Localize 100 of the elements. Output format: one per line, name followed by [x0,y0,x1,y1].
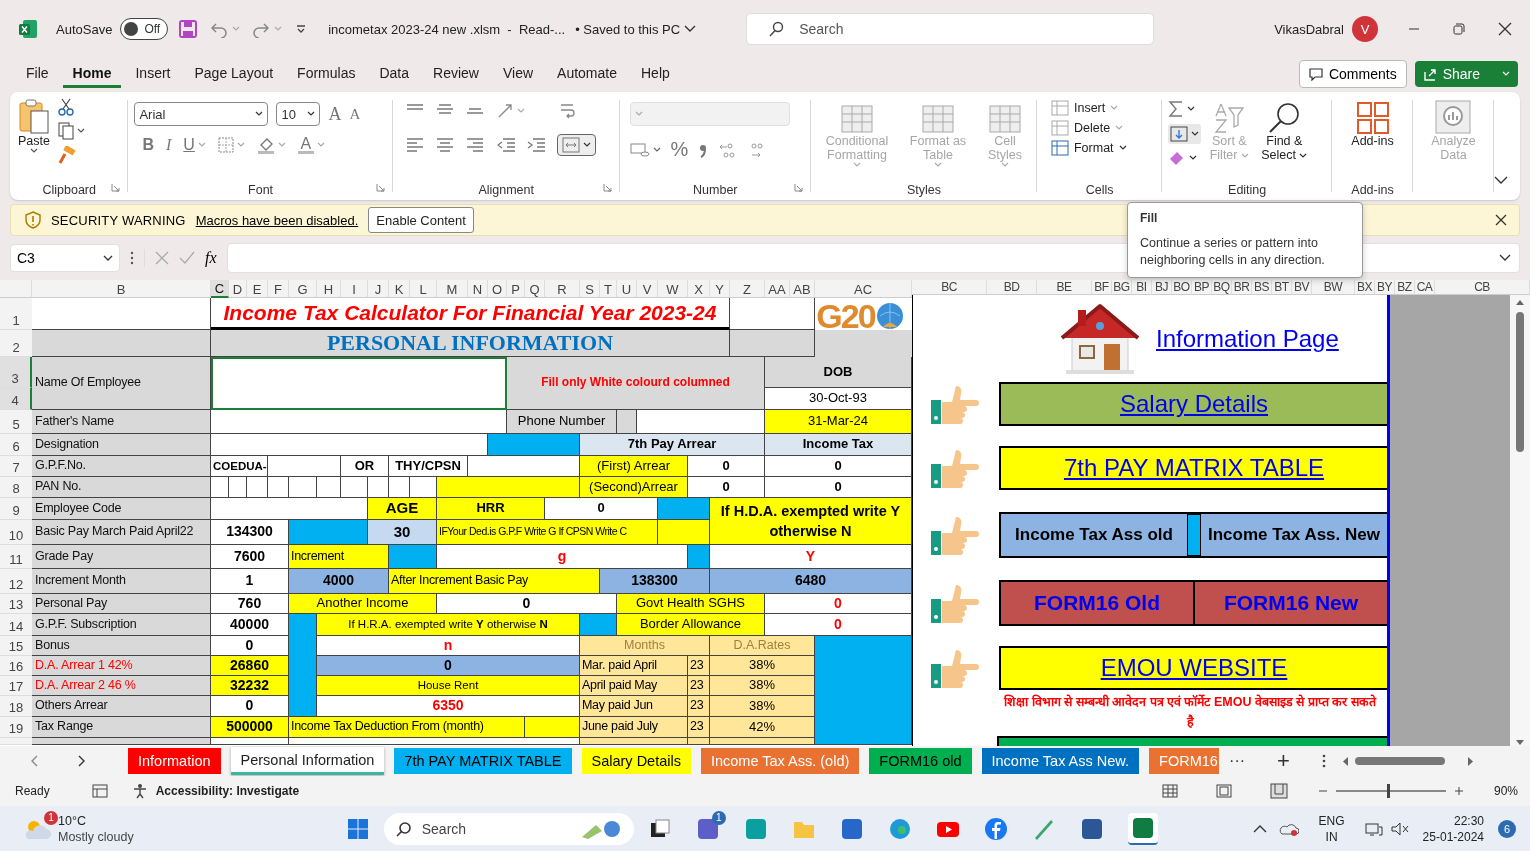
column-header[interactable]: X [688,280,710,298]
column-header[interactable]: W [658,280,688,298]
ribbon-button[interactable]: Format [1051,140,1127,156]
orientation-icon[interactable] [496,103,515,119]
column-header[interactable]: BJ [1152,280,1172,295]
row-header[interactable]: 7 [0,456,32,477]
column-header[interactable]: Q [525,280,545,298]
start-icon[interactable] [345,816,370,841]
column-header[interactable]: AC [815,280,912,298]
redo-icon[interactable] [252,20,271,38]
autosave-toggle[interactable]: Off [120,18,169,40]
customize-toolbar-icon[interactable] [296,24,307,34]
column-header[interactable]: BZ [1395,280,1415,295]
bold-button[interactable]: B [142,136,154,154]
menu-tab[interactable]: File [16,60,59,88]
menu-tab[interactable]: Page Layout [184,60,284,88]
add-ins-button[interactable]: Add-ins [1349,100,1396,150]
row-header[interactable]: 2 [0,330,32,357]
user-avatar[interactable]: V [1352,16,1378,42]
excel-logo-icon[interactable] [18,19,38,39]
fill-color-icon[interactable] [256,136,275,154]
column-header[interactable]: BF [1092,280,1112,295]
sheet-link[interactable]: EMOU WEBSITE [1100,654,1288,682]
column-header[interactable]: S [580,280,600,298]
row-header[interactable]: 12 [0,569,32,594]
decrease-indent-icon[interactable] [496,137,515,153]
column-header[interactable]: C [211,280,229,298]
autosum-icon[interactable] [1168,100,1185,118]
sheet-tab[interactable]: FORM16 old [869,748,972,774]
column-header[interactable]: BI [1132,280,1152,295]
undo-icon[interactable] [210,20,229,38]
more-options-icon[interactable] [1321,754,1326,768]
table-cell[interactable] [617,410,637,434]
vertical-scrollbar[interactable] [1510,295,1530,746]
row-header[interactable]: 16 [0,656,32,676]
table-cell[interactable] [525,717,580,738]
table-cell[interactable] [268,477,289,498]
close-icon[interactable] [1495,214,1507,226]
table-cell[interactable] [658,498,710,520]
search-field[interactable]: Search [746,13,1155,45]
column-header[interactable]: P [507,280,525,298]
dialog-launcher-icon[interactable] [602,183,612,192]
menu-tab[interactable]: Formulas [287,60,366,88]
accessibility-status[interactable]: Accessibility: Investigate [155,784,300,798]
new-sheet-button[interactable]: + [1277,748,1290,774]
dialog-launcher-icon[interactable] [111,183,121,192]
column-header[interactable]: U [617,280,637,298]
table-cell[interactable] [32,298,211,330]
menu-tab[interactable]: Review [423,60,489,88]
information-page-link[interactable]: Information Page [1156,324,1339,353]
column-header[interactable]: D [229,280,247,298]
table-cell[interactable] [730,298,815,330]
column-header[interactable]: CA [1415,280,1435,295]
column-header[interactable]: V [637,280,658,298]
region-indicator[interactable]: IN [1325,828,1338,845]
column-header[interactable]: AA [765,280,790,298]
close-icon[interactable] [1498,22,1512,36]
fill-down-icon[interactable] [1170,126,1189,142]
sheet-tab[interactable]: Income Tax Ass New. [981,748,1140,774]
column-header[interactable]: BC [912,280,987,295]
sheet-link[interactable]: 7th PAY MATRIX TABLE [1063,454,1325,482]
row-header[interactable]: 8 [0,477,32,498]
table-cell[interactable] [32,738,211,745]
column-header[interactable]: BE [1037,280,1092,295]
table-cell[interactable] [710,738,815,745]
column-header[interactable]: BW [1312,280,1355,295]
menu-tab[interactable]: Insert [125,60,181,88]
wrap-text-icon[interactable] [558,102,577,120]
row-header[interactable]: 4 [0,388,32,410]
table-cell[interactable] [289,738,580,745]
column-header[interactable]: G [289,280,317,298]
column-header[interactable]: B [32,280,211,298]
scroll-up-icon[interactable] [1515,299,1525,306]
table-cell[interactable] [229,477,247,498]
accounting-format-icon[interactable] [629,141,650,158]
menu-tab[interactable]: Data [369,60,420,88]
social-app-icon[interactable] [983,816,1008,841]
table-cell[interactable] [317,477,341,498]
column-header[interactable]: BX [1355,280,1375,295]
selected-cell[interactable] [211,357,507,410]
next-sheet-icon[interactable] [78,755,86,767]
paste-button[interactable]: Paste [16,96,52,156]
table-cell[interactable] [211,738,289,745]
name-box[interactable]: C3 [10,244,120,272]
table-cell[interactable] [289,614,317,717]
column-header[interactable]: Y [710,280,730,298]
dialog-launcher-icon[interactable] [794,183,803,192]
format-painter-icon[interactable] [58,146,76,164]
column-header[interactable]: BO [1172,280,1192,295]
table-cell[interactable] [815,636,912,745]
table-cell[interactable] [637,410,765,434]
comments-button[interactable]: Comments [1298,60,1407,88]
menu-tab[interactable]: Home [62,60,122,88]
menu-tab[interactable]: View [492,60,544,88]
align-icon[interactable] [406,137,425,153]
page-layout-icon[interactable] [1215,784,1232,798]
page-break-preview-icon[interactable] [1269,783,1288,799]
previous-sheet-icon[interactable] [30,755,38,767]
weather-condition[interactable]: Mostly cloudy [58,828,134,845]
menu-tab[interactable]: Help [631,60,680,88]
